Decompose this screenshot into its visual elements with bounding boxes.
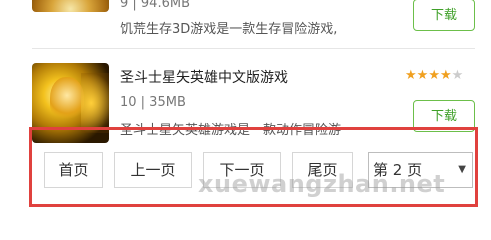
game-thumbnail[interactable] <box>32 0 109 12</box>
character-glow <box>81 73 109 133</box>
game-description: 饥荒生存3D游戏是一款生存冒险游戏, <box>120 22 338 37</box>
star-icon: ★ <box>439 68 452 83</box>
star-empty-icon: ★ <box>451 68 464 83</box>
character-art <box>50 77 84 123</box>
game-meta: 10 | 35MB <box>120 95 186 110</box>
star-icon: ★ <box>405 68 417 83</box>
game-meta: 9 | 94.6MB <box>120 0 190 11</box>
item-divider <box>32 48 475 49</box>
rating-stars: ★★★★★ <box>405 68 463 83</box>
dropdown-arrow-icon: ▼ <box>458 164 466 175</box>
star-icon: ★ <box>428 68 440 83</box>
download-button[interactable]: 下载 <box>413 0 475 31</box>
prev-page-button[interactable]: 上一页 <box>114 152 192 188</box>
first-page-button[interactable]: 首页 <box>44 152 103 188</box>
watermark: xuewangzhan.net <box>198 170 446 198</box>
game-title[interactable]: 圣斗士星矢英雄中文版游戏 <box>120 67 288 87</box>
star-icon: ★ <box>416 68 429 83</box>
